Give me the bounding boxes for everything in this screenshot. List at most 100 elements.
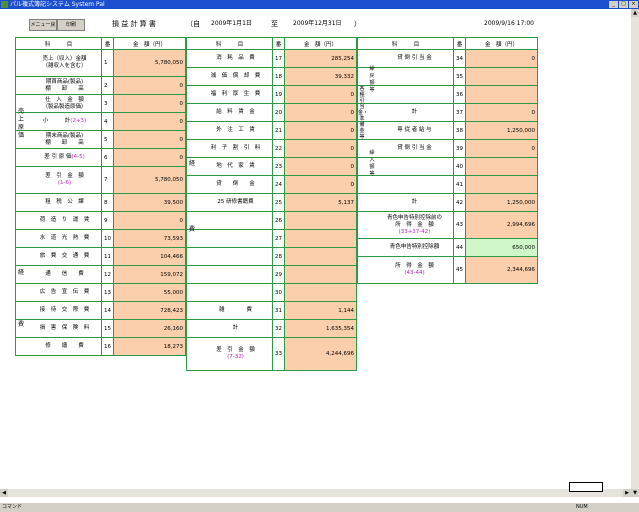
row-number: 22 bbox=[272, 139, 285, 158]
app-icon bbox=[1, 1, 8, 8]
row-amount[interactable]: 26,160 bbox=[113, 319, 186, 338]
row-amount[interactable]: 18,273 bbox=[113, 337, 186, 356]
print-button[interactable]: 印刷 bbox=[57, 19, 85, 31]
row-label-cell: 売上（収入）金額 （雑収入を含む） bbox=[15, 49, 102, 77]
row-label-cell: 租 税 公 課 bbox=[15, 193, 102, 212]
row-amount[interactable] bbox=[284, 247, 357, 266]
row-amount[interactable]: 73,593 bbox=[113, 229, 186, 248]
row-label-cell bbox=[186, 283, 273, 302]
row-label: 福 利 厚 生 費 bbox=[210, 91, 261, 97]
row-number: 7 bbox=[101, 166, 114, 194]
side-label-reserves: 各種引当金・準備金等 bbox=[358, 86, 369, 140]
menu-back-button[interactable]: メニュー戻 bbox=[29, 19, 57, 31]
row-amount[interactable]: 1,250,000 bbox=[465, 121, 538, 140]
row-amount[interactable]: 5,137 bbox=[284, 193, 357, 212]
row-amount[interactable]: 0 bbox=[465, 139, 538, 158]
row-number: 36 bbox=[453, 85, 466, 104]
row-amount[interactable]: 104,466 bbox=[113, 247, 186, 266]
row-amount[interactable]: 2,994,696 bbox=[465, 211, 538, 239]
table-row: 利 子 割 引 料 22 0 bbox=[186, 139, 357, 158]
scroll-up-icon[interactable]: ▲ bbox=[631, 9, 639, 17]
row-amount[interactable]: 1,635,354 bbox=[284, 319, 357, 338]
row-number: 19 bbox=[272, 85, 285, 104]
row-amount[interactable]: 0 bbox=[465, 49, 538, 68]
title-bar: パル複式簿記システム System Pal _ □ × bbox=[0, 0, 639, 9]
row-number: 24 bbox=[272, 175, 285, 194]
row-label: 青色申告特別控除前の bbox=[386, 214, 442, 221]
close-button[interactable]: × bbox=[629, 1, 638, 8]
side-label-provision: 繰入額等 bbox=[369, 150, 375, 177]
row-label-cell: 雑 費 bbox=[186, 301, 273, 320]
row-amount[interactable]: 0 bbox=[284, 157, 357, 176]
row-amount[interactable]: 39,500 bbox=[113, 193, 186, 212]
table-row: 仕 入 金 額（製品製造原価） 3 0 bbox=[15, 94, 186, 113]
row-amount[interactable]: 0 bbox=[113, 130, 186, 149]
row-amount[interactable]: 0 bbox=[284, 85, 357, 104]
row-amount[interactable]: 0 bbox=[113, 76, 186, 95]
row-number: 18 bbox=[272, 67, 285, 86]
col-no-header: 番 bbox=[272, 37, 285, 50]
row-label: 青色申告特別控除額 bbox=[389, 244, 440, 250]
table-row: 貸 倒 金 24 0 bbox=[186, 175, 357, 194]
row-label-cell: 損 害 保 険 料 bbox=[15, 319, 102, 338]
maximize-button[interactable]: □ bbox=[619, 1, 628, 8]
row-label: 通 信 費 bbox=[45, 271, 84, 277]
row-amount[interactable]: 159,072 bbox=[113, 265, 186, 284]
row-label: 所 得 金 額 bbox=[395, 263, 434, 269]
row-amount[interactable]: 5,780,050 bbox=[113, 166, 186, 194]
row-number: 37 bbox=[453, 103, 466, 122]
row-amount[interactable] bbox=[284, 229, 357, 248]
scroll-down-icon[interactable]: ▼ bbox=[631, 489, 639, 497]
row-amount[interactable]: 4,244,696 bbox=[284, 337, 357, 371]
row-amount[interactable]: 0 bbox=[284, 139, 357, 158]
table-row: 30 bbox=[186, 283, 357, 302]
table-row: 計 37 0 bbox=[357, 103, 538, 122]
row-amount[interactable]: 0 bbox=[113, 94, 186, 113]
row-label: 給 料 賃 金 bbox=[216, 109, 255, 115]
table-row: 期末商品(製品) 棚 卸 高50 bbox=[15, 130, 186, 149]
row-amount[interactable]: 0 bbox=[113, 211, 186, 230]
table-row: 専 従 者 給 与 38 1,250,000 bbox=[357, 121, 538, 140]
row-amount[interactable]: 0 bbox=[113, 112, 186, 131]
row-amount[interactable]: 0 bbox=[284, 175, 357, 194]
row-amount[interactable]: 0 bbox=[113, 148, 186, 167]
row-label: 期首商品(製品) bbox=[45, 78, 84, 85]
row-amount[interactable]: 0 bbox=[284, 103, 357, 122]
row-sublabel: （製品製造原価） bbox=[42, 103, 87, 110]
col-no-header: 番 bbox=[101, 37, 114, 50]
row-amount[interactable] bbox=[465, 67, 538, 86]
table-row: 青色申告特別控除前の所 得 金 額 (33+37-42) 43 2,994,696 bbox=[357, 211, 538, 239]
row-amount[interactable]: 39,332 bbox=[284, 67, 357, 86]
side-label-expense-1: 経 bbox=[17, 269, 24, 276]
row-amount[interactable]: 1,250,000 bbox=[465, 193, 538, 212]
horizontal-scrollbar[interactable]: ◀ ▶ bbox=[0, 489, 631, 497]
row-amount[interactable] bbox=[284, 211, 357, 230]
row-amount[interactable]: 2,344,696 bbox=[465, 256, 538, 284]
row-amount[interactable]: 55,000 bbox=[113, 283, 186, 302]
row-amount[interactable]: 5,780,050 bbox=[113, 49, 186, 77]
row-number: 33 bbox=[272, 337, 285, 371]
side-label-expense-2: 費 bbox=[17, 321, 24, 328]
scroll-right-icon[interactable]: ▶ bbox=[623, 489, 631, 497]
row-amount[interactable]: 650,000 bbox=[465, 238, 538, 257]
row-amount[interactable]: 728,423 bbox=[113, 301, 186, 320]
row-amount[interactable] bbox=[465, 85, 538, 104]
row-label-cell: 期首商品(製品) 棚 卸 高 bbox=[15, 76, 102, 95]
row-amount[interactable] bbox=[465, 157, 538, 176]
table-row: 期首商品(製品) 棚 卸 高20 bbox=[15, 76, 186, 95]
row-amount[interactable] bbox=[465, 175, 538, 194]
row-amount[interactable]: 0 bbox=[465, 103, 538, 122]
table-row: 差 引 金 額 (7-32) 33 4,244,696 bbox=[186, 337, 357, 371]
row-amount[interactable] bbox=[284, 283, 357, 302]
col-item-header: 科 目 bbox=[15, 37, 102, 50]
row-amount[interactable]: 285,254 bbox=[284, 49, 357, 68]
row-label-cell: 貸 倒 引 当 金 bbox=[357, 49, 454, 68]
row-number: 31 bbox=[272, 301, 285, 320]
row-amount[interactable]: 1,144 bbox=[284, 301, 357, 320]
row-amount[interactable]: 0 bbox=[284, 121, 357, 140]
row-label: 差 引 金 額 bbox=[45, 173, 84, 179]
vertical-scrollbar[interactable]: ▲ ▼ bbox=[631, 9, 639, 497]
minimize-button[interactable]: _ bbox=[609, 1, 618, 8]
scroll-left-icon[interactable]: ◀ bbox=[0, 489, 8, 497]
row-amount[interactable] bbox=[284, 265, 357, 284]
